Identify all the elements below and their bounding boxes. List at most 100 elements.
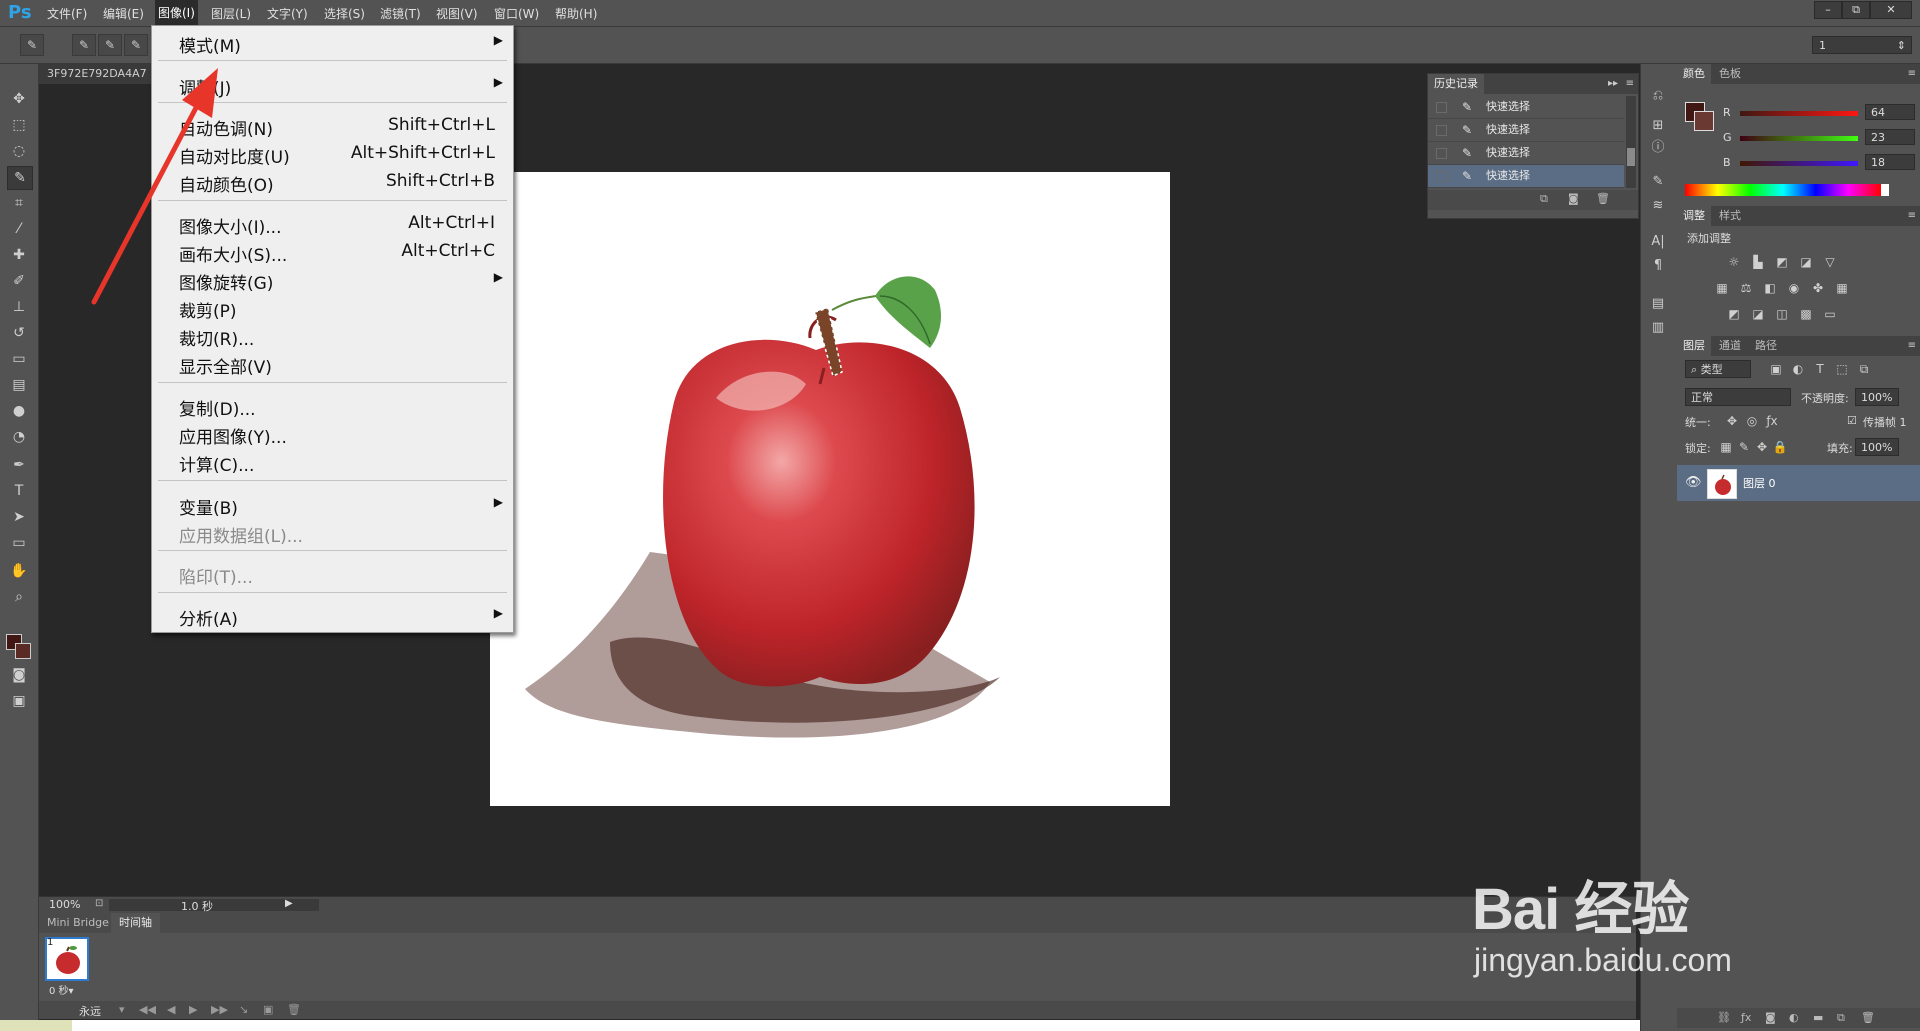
new-selection-icon[interactable]: ✎ [72,34,96,56]
unify-style-icon[interactable]: ƒx [1763,413,1781,429]
link-layers-icon[interactable]: ⛓ [1717,1011,1731,1024]
add-selection-icon[interactable]: ✎ [98,34,122,56]
pen-tool-icon[interactable]: ✒ [7,454,31,476]
blur-tool-icon[interactable]: ● [7,400,31,422]
next-frame-icon[interactable]: ▶▶ [211,1003,228,1016]
tab-layers[interactable]: 图层 [1677,336,1711,356]
menu-item-mode[interactable]: 模式(M) ▶ [152,28,513,57]
tab-history[interactable]: 历史记录 [1428,74,1484,94]
unify-position-icon[interactable]: ✥ [1723,413,1741,429]
propagate-checkbox[interactable]: ☑ [1847,414,1857,427]
delete-frame-icon[interactable]: 🗑 [287,1003,301,1016]
brightness-icon[interactable]: ☼ [1725,254,1743,270]
play-icon[interactable]: ▶ [189,1003,197,1016]
duplicate-frame-icon[interactable]: ▣ [263,1003,273,1016]
new-document-from-state-icon[interactable]: ⧉ [1540,192,1548,206]
restore-button[interactable]: ⧉ [1842,1,1870,19]
subtract-selection-icon[interactable]: ✎ [124,34,148,56]
menu-item-analysis[interactable]: 分析(A) ▶ [152,601,513,630]
panel-collapse-icon[interactable]: ▸▸ [1608,74,1618,94]
type-tool-icon[interactable]: T [7,480,31,502]
filter-pixel-icon[interactable]: ▣ [1767,361,1785,377]
menu-image[interactable]: 图像(I) [155,0,198,26]
actions-panel-icon[interactable]: ⊞ [1647,116,1669,136]
status-info-icon[interactable]: ⊡ [95,898,103,909]
menu-item-calculations[interactable]: 计算(C)... [152,447,513,476]
red-value[interactable]: 64 [1865,104,1915,120]
filter-type-icon[interactable]: T [1811,361,1829,377]
loop-dropdown-icon[interactable]: ▾ [119,1003,125,1016]
visibility-eye-icon[interactable]: 👁 [1685,475,1702,490]
notes-panel-icon[interactable]: ▥ [1647,318,1669,338]
menu-item-trim[interactable]: 裁切(R)... [152,321,513,350]
channel-mixer-icon[interactable]: ✤ [1809,280,1827,296]
hand-tool-icon[interactable]: ✋ [7,560,31,582]
curves-icon[interactable]: ◩ [1773,254,1791,270]
status-arrow-icon[interactable]: ▶ [285,898,293,909]
zoom-level[interactable]: 100% [49,898,80,911]
tab-timeline[interactable]: 时间轴 [111,913,160,933]
paragraph-panel-icon[interactable]: ¶ [1647,256,1669,276]
first-frame-icon[interactable]: ◀◀ [139,1003,156,1016]
quick-mask-icon[interactable]: ◙ [7,664,31,686]
new-group-icon[interactable]: ▬ [1813,1011,1823,1024]
new-layer-icon[interactable]: ⧉ [1837,1011,1845,1025]
tab-channels[interactable]: 通道 [1713,336,1747,356]
move-tool-icon[interactable]: ✥ [7,88,31,110]
color-balance-icon[interactable]: ⚖ [1737,280,1755,296]
fill-field[interactable]: 100% [1855,438,1899,456]
history-checkbox[interactable] [1436,148,1447,159]
green-slider[interactable] [1740,136,1858,141]
tool-preset-icon[interactable]: ✎ [20,34,44,56]
clone-stamp-tool-icon[interactable]: ⊥ [7,296,31,318]
menu-filter[interactable]: 滤镜(T) [377,5,424,22]
menu-window[interactable]: 窗口(W) [491,5,542,22]
history-item[interactable]: ✎ 快速选择 [1428,96,1624,119]
menu-layer[interactable]: 图层(L) [208,5,254,22]
gradient-map-icon[interactable]: ▭ [1821,306,1839,322]
menu-help[interactable]: 帮助(H) [552,5,600,22]
lock-pixels-icon[interactable]: ✎ [1735,439,1753,455]
loop-option[interactable]: 永远 [79,1003,101,1019]
history-scroll-thumb[interactable] [1627,148,1635,166]
layer-name[interactable]: 图层 0 [1743,475,1776,491]
color-lookup-icon[interactable]: ▦ [1833,280,1851,296]
dodge-tool-icon[interactable]: ◔ [7,426,31,448]
trash-icon[interactable]: 🗑 [1596,192,1610,205]
snapshot-icon[interactable]: ◙ [1568,192,1579,205]
zoom-tool-icon[interactable]: ⌕ [7,586,31,608]
menu-item-variables[interactable]: 变量(B) ▶ [152,490,513,519]
invert-icon[interactable]: ◩ [1725,306,1743,322]
menu-edit[interactable]: 编辑(E) [100,5,147,22]
gradient-tool-icon[interactable]: ▤ [7,374,31,396]
shape-tool-icon[interactable]: ▭ [7,532,31,554]
red-slider[interactable] [1740,111,1858,116]
layer-style-icon[interactable]: ƒx [1741,1011,1751,1024]
opacity-field[interactable]: 100% [1855,388,1899,406]
history-brush-tool-icon[interactable]: ↺ [7,322,31,344]
green-value[interactable]: 23 [1865,129,1915,145]
history-item[interactable]: ✎ 快速选择 [1428,142,1624,165]
lock-transparency-icon[interactable]: ▦ [1717,439,1735,455]
menu-view[interactable]: 视图(V) [433,5,481,22]
menu-select[interactable]: 选择(S) [321,5,368,22]
eyedropper-tool-icon[interactable]: ⁄ [7,218,31,240]
color-spectrum-bar[interactable] [1685,184,1881,196]
brush-tool-icon[interactable]: ✐ [7,270,31,292]
layer-comps-icon[interactable]: ▤ [1647,294,1669,314]
lasso-tool-icon[interactable]: ◌ [7,140,31,162]
lock-position-icon[interactable]: ✥ [1753,439,1771,455]
filter-shape-icon[interactable]: ⬚ [1833,361,1851,377]
black-white-icon[interactable]: ◧ [1761,280,1779,296]
photo-filter-icon[interactable]: ◉ [1785,280,1803,296]
screen-mode-icon[interactable]: ▣ [7,690,31,712]
menu-item-apply-image[interactable]: 应用图像(Y)... [152,419,513,448]
info-panel-icon[interactable]: ⓘ [1647,138,1669,158]
blue-value[interactable]: 18 [1865,154,1915,170]
tab-mini-bridge[interactable]: Mini Bridge [39,913,117,933]
options-select[interactable]: 1 ⇕ [1812,36,1912,54]
panel-menu-icon[interactable]: ≡ [1908,64,1916,84]
brush-panel-icon[interactable]: ✎ [1647,172,1669,192]
quick-selection-tool-icon[interactable]: ✎ [7,166,33,190]
document-canvas[interactable] [490,172,1170,806]
